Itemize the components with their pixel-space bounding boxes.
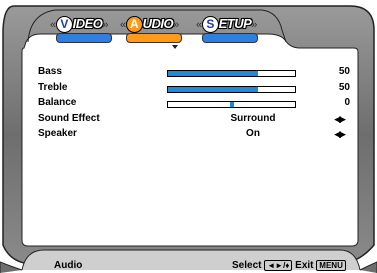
exit-hint-label: Exit: [295, 260, 314, 272]
balance-slider-marker: [230, 102, 234, 107]
tab-video[interactable]: «V IDEO»: [50, 12, 120, 43]
setting-row-treble[interactable]: Treble 50: [38, 82, 350, 96]
bass-slider[interactable]: [167, 70, 296, 77]
bass-label: Bass: [38, 66, 62, 77]
tab-audio-initial: A: [125, 16, 143, 33]
balance-value: 0: [344, 97, 350, 108]
tab-audio[interactable]: «A UDIO»: [120, 12, 190, 49]
tab-video-initial: V: [55, 16, 73, 33]
tab-setup-label: ETUP: [218, 16, 252, 31]
treble-slider-fill: [168, 87, 258, 92]
setting-row-bass[interactable]: Bass 50: [38, 66, 350, 80]
left-right-arrow-icon[interactable]: ◀▶: [334, 129, 346, 140]
setting-row-balance[interactable]: Balance 0: [38, 97, 350, 111]
tab-setup-initial: S: [201, 16, 219, 33]
tab-audio-label: UDIO: [142, 16, 174, 31]
setting-row-speaker[interactable]: Speaker On ◀▶: [38, 128, 348, 142]
footer-section-label: Audio: [54, 260, 83, 271]
treble-slider[interactable]: [167, 86, 296, 93]
sound-effect-label: Sound Effect: [38, 113, 100, 124]
tab-audio-title: «A UDIO»: [120, 16, 179, 33]
treble-value: 50: [338, 82, 350, 93]
footer-help: Select ◄►/♦ Exit MENU: [232, 260, 346, 271]
bass-value: 50: [338, 66, 350, 77]
setting-row-sound-effect[interactable]: Sound Effect Surround ◀▶: [38, 113, 348, 127]
select-hint-label: Select: [232, 260, 262, 272]
tab-video-label: IDEO: [72, 16, 103, 31]
left-right-arrow-icon[interactable]: ◀▶: [334, 114, 346, 125]
sound-effect-value: Surround: [230, 113, 276, 124]
tab-audio-indicator: [126, 33, 182, 43]
tab-video-title: «V IDEO»: [50, 16, 109, 33]
menu-key-icon: MENU: [316, 260, 346, 271]
tab-setup-indicator: [202, 33, 258, 43]
speaker-value: On: [246, 128, 260, 139]
select-key-icon: ◄►/♦: [264, 260, 293, 271]
tab-setup[interactable]: «S ETUP»: [196, 12, 266, 43]
tab-setup-title: «S ETUP»: [196, 16, 257, 33]
bass-slider-fill: [168, 71, 258, 76]
speaker-label: Speaker: [38, 128, 77, 139]
balance-label: Balance: [38, 97, 77, 108]
tab-video-indicator: [56, 33, 112, 43]
chevron-down-icon: [172, 45, 178, 49]
balance-slider[interactable]: [167, 101, 296, 108]
treble-label: Treble: [38, 82, 68, 93]
